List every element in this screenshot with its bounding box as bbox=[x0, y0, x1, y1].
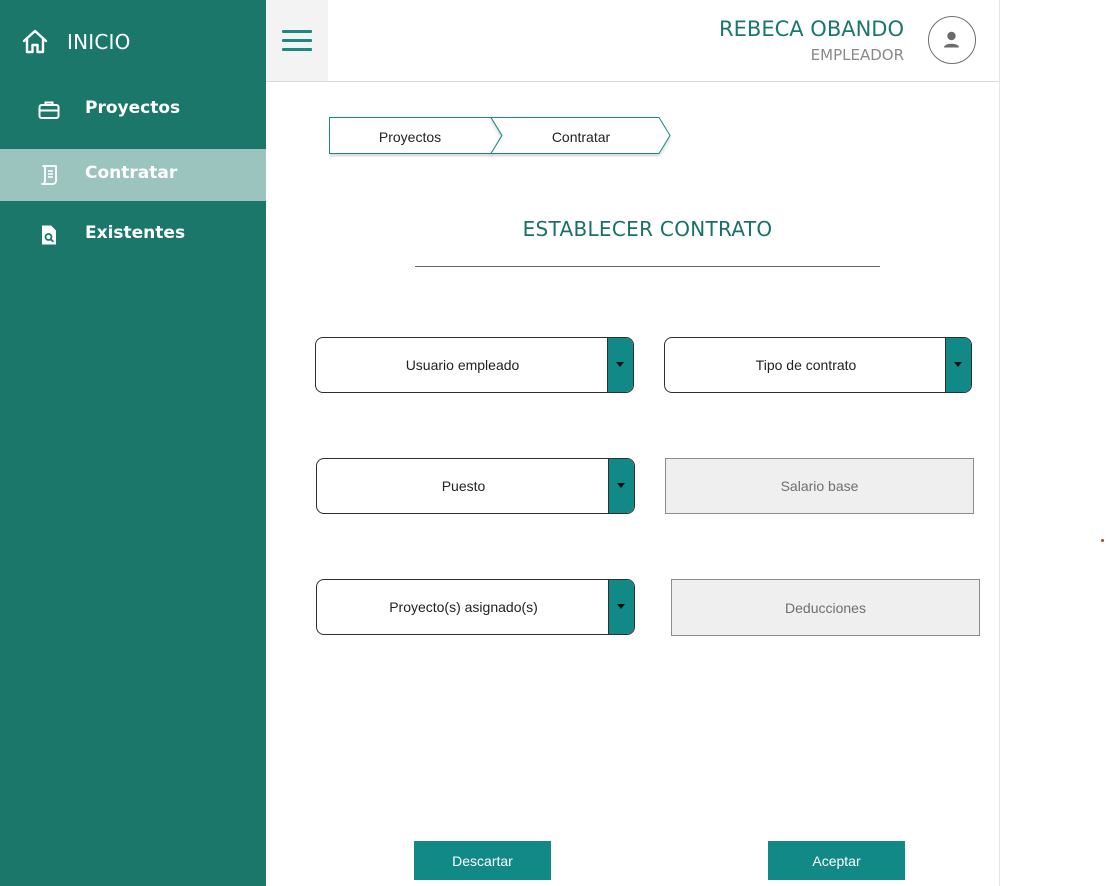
user-role: EMPLEADOR bbox=[810, 46, 904, 64]
salario-base-field[interactable]: Salario base bbox=[665, 458, 974, 514]
title-divider bbox=[415, 266, 880, 267]
select-value: Usuario empleado bbox=[405, 357, 520, 373]
accept-button[interactable]: Aceptar bbox=[768, 841, 905, 880]
user-avatar-icon bbox=[944, 31, 959, 48]
sidebar-item-proyectos[interactable]: Proyectos bbox=[0, 84, 266, 136]
caret-down-icon bbox=[616, 362, 624, 367]
page-border bbox=[999, 0, 1000, 886]
home-icon bbox=[22, 29, 48, 54]
puesto-select[interactable]: Puesto bbox=[316, 458, 635, 514]
caret-down-icon bbox=[617, 483, 625, 488]
dropdown-button[interactable] bbox=[608, 580, 634, 634]
document-search-icon bbox=[42, 225, 56, 245]
sidebar-item-label: Contratar bbox=[85, 163, 178, 183]
tipo-contrato-select[interactable]: Tipo de contrato bbox=[664, 337, 972, 393]
discard-button[interactable]: Descartar bbox=[414, 841, 551, 880]
menu-toggle-button[interactable] bbox=[266, 0, 328, 81]
sidebar-item-existentes[interactable]: Existentes bbox=[0, 209, 266, 261]
top-bar: REBECA OBANDO EMPLEADOR bbox=[266, 0, 1000, 82]
select-value: Proyecto(s) asignado(s) bbox=[389, 599, 538, 615]
dropdown-button[interactable] bbox=[608, 459, 634, 513]
breadcrumb-item-proyectos[interactable]: Proyectos bbox=[379, 129, 441, 145]
select-value: Tipo de contrato bbox=[755, 357, 857, 373]
deducciones-field[interactable]: Deducciones bbox=[671, 579, 980, 636]
sidebar-home-label: INICIO bbox=[67, 30, 131, 54]
proyectos-asignados-select[interactable]: Proyecto(s) asignado(s) bbox=[316, 579, 635, 635]
sidebar-item-contratar[interactable]: Contratar bbox=[0, 149, 266, 201]
usuario-empleado-select[interactable]: Usuario empleado bbox=[315, 337, 634, 393]
page-title: ESTABLECER CONTRATO bbox=[522, 217, 773, 241]
user-name: REBECA OBANDO bbox=[719, 17, 904, 41]
caret-down-icon bbox=[954, 362, 962, 367]
dropdown-button[interactable] bbox=[945, 338, 971, 392]
select-value: Puesto bbox=[441, 478, 486, 494]
breadcrumb: Proyectos Contratar bbox=[329, 117, 674, 157]
user-avatar-button[interactable] bbox=[928, 16, 976, 64]
briefcase-icon bbox=[38, 101, 60, 119]
dropdown-button[interactable] bbox=[607, 338, 633, 392]
contract-icon bbox=[41, 165, 57, 185]
stray-dot bbox=[1101, 539, 1104, 542]
breadcrumb-item-contratar[interactable]: Contratar bbox=[552, 129, 610, 145]
sidebar: INICIO Proyectos Contratar Existentes bbox=[0, 0, 266, 886]
sidebar-item-label: Existentes bbox=[85, 223, 186, 243]
sidebar-home[interactable]: INICIO bbox=[0, 0, 266, 82]
caret-down-icon bbox=[617, 604, 625, 609]
sidebar-item-label: Proyectos bbox=[85, 98, 181, 118]
